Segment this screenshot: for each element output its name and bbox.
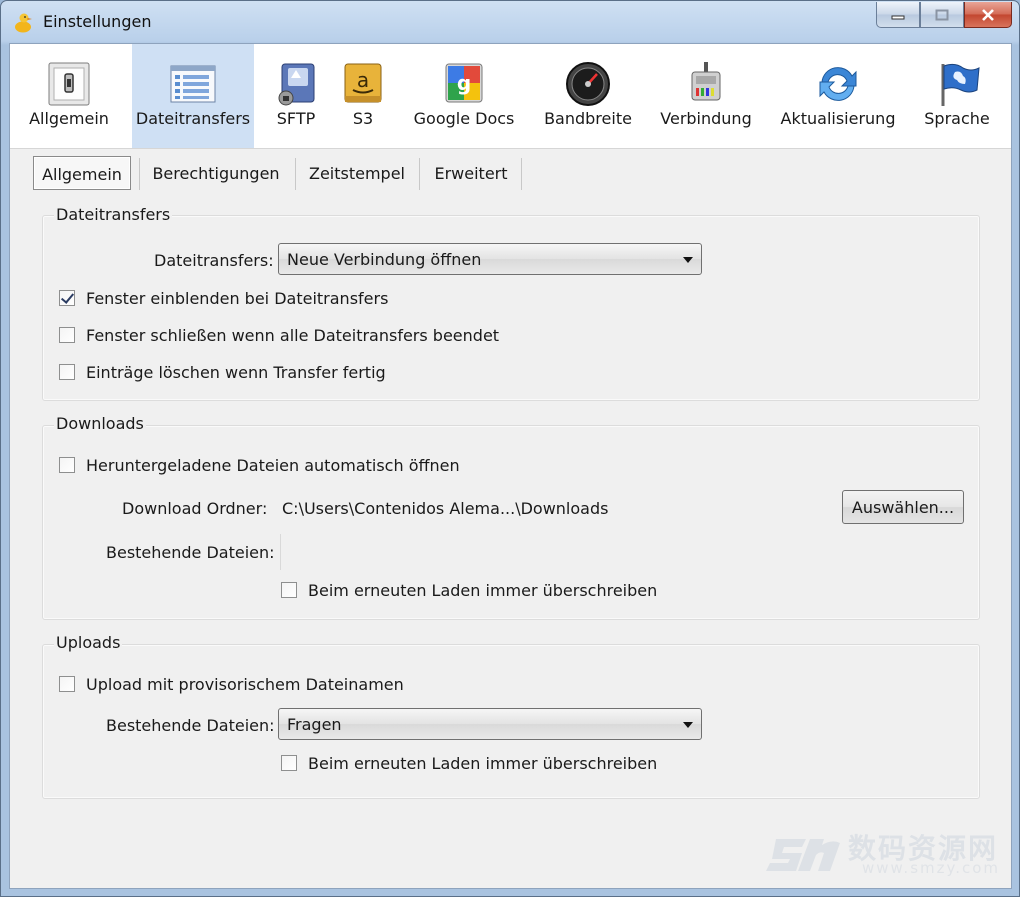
preferences-window: Einstellungen Allgemein Dateitransfers S…	[0, 0, 1020, 897]
upload-existing-value: Fragen	[287, 715, 342, 734]
remove-entries-label[interactable]: Einträge löschen wenn Transfer fertig	[86, 363, 386, 382]
download-folder-path: C:\Users\Contenidos Alema...\Downloads	[282, 499, 609, 518]
tab-zeitstempel[interactable]: Zeitstempel	[299, 156, 415, 190]
toolbar-item-sftp[interactable]: SFTP	[264, 44, 328, 148]
caption-buttons	[876, 2, 1012, 28]
transfers-group-title: Dateitransfers	[54, 205, 173, 224]
preferences-toolbar: Allgemein Dateitransfers SFTP a S3 g Goo…	[10, 44, 1011, 149]
toolbar-item-verbindung[interactable]: Verbindung	[650, 44, 762, 148]
toolbar-label: Bandbreite	[544, 109, 632, 128]
speedometer-icon	[566, 62, 610, 106]
download-existing-placeholder	[280, 534, 281, 570]
toolbar-label: S3	[352, 109, 374, 128]
dialog-client-area: Allgemein Dateitransfers SFTP a S3 g Goo…	[9, 43, 1012, 889]
toolbar-label: SFTP	[276, 109, 316, 128]
toolbar-item-bandbreite[interactable]: Bandbreite	[532, 44, 644, 148]
transfer-mode-select[interactable]: Neue Verbindung öffnen	[278, 243, 702, 275]
tab-erweitert[interactable]: Erweitert	[423, 156, 519, 190]
temp-name-label[interactable]: Upload mit provisorischem Dateinamen	[86, 675, 404, 694]
transfer-mode-label: Dateitransfers:	[154, 251, 274, 270]
watermark: 数码资源网 www.smzy.com	[766, 825, 1006, 883]
uploads-group-title: Uploads	[54, 633, 123, 652]
maximize-icon	[935, 9, 949, 20]
toolbar-item-dateitransfers[interactable]: Dateitransfers	[132, 44, 254, 148]
tab-divider	[139, 158, 140, 190]
toolbar-label: Verbindung	[660, 109, 752, 128]
show-window-label[interactable]: Fenster einblenden bei Dateitransfers	[86, 289, 388, 308]
close-window-label[interactable]: Fenster schließen wenn alle Dateitransfe…	[86, 326, 499, 345]
chevron-down-icon	[683, 257, 693, 263]
minimize-icon	[891, 15, 905, 19]
auto-open-checkbox[interactable]	[59, 457, 75, 473]
toolbar-label: Aktualisierung	[780, 109, 896, 128]
switch-icon	[48, 62, 90, 106]
toolbar-item-s3[interactable]: a S3	[332, 44, 394, 148]
downloads-group-title: Downloads	[54, 414, 146, 433]
toolbar-item-allgemein[interactable]: Allgemein	[10, 44, 128, 148]
toolbar-label: Allgemein	[29, 109, 109, 128]
svg-text:g: g	[457, 71, 471, 95]
upload-overwrite-checkbox[interactable]	[281, 755, 297, 771]
tab-divider	[295, 158, 296, 190]
refresh-icon	[819, 67, 857, 101]
transfer-mode-value: Neue Verbindung öffnen	[287, 250, 482, 269]
show-window-checkbox[interactable]	[59, 290, 75, 306]
toolbar-label: Google Docs	[413, 109, 515, 128]
amazon-s3-icon: a	[344, 63, 382, 103]
maximize-button[interactable]	[920, 2, 964, 28]
toolbar-label: Sprache	[924, 109, 990, 128]
remove-entries-checkbox[interactable]	[59, 364, 75, 380]
download-overwrite-label[interactable]: Beim erneuten Laden immer überschreiben	[308, 581, 657, 600]
chevron-down-icon	[683, 722, 693, 728]
toolbar-item-aktualisierung[interactable]: Aktualisierung	[772, 44, 904, 148]
title-bar[interactable]: Einstellungen	[1, 1, 1019, 43]
download-existing-label: Bestehende Dateien:	[106, 543, 275, 562]
toolbar-item-sprache[interactable]: Sprache	[914, 44, 1000, 148]
download-folder-label: Download Ordner:	[122, 499, 268, 518]
tab-berechtigungen[interactable]: Berechtigungen	[143, 156, 289, 190]
toolbar-label: Dateitransfers	[135, 109, 251, 128]
tab-allgemein[interactable]: Allgemein	[33, 156, 131, 190]
close-window-checkbox[interactable]	[59, 327, 75, 343]
google-docs-icon: g	[445, 63, 483, 103]
svg-text:a: a	[357, 68, 369, 92]
auto-open-label[interactable]: Heruntergeladene Dateien automatisch öff…	[86, 456, 460, 475]
flag-icon	[941, 63, 980, 106]
temp-name-checkbox[interactable]	[59, 676, 75, 692]
minimize-button[interactable]	[876, 2, 920, 28]
download-overwrite-checkbox[interactable]	[281, 582, 297, 598]
tab-divider	[521, 158, 522, 190]
close-button[interactable]	[964, 2, 1012, 28]
network-plug-icon	[691, 62, 721, 101]
watermark-logo-icon	[766, 839, 840, 871]
choose-folder-button[interactable]: Auswählen...	[842, 490, 964, 524]
toolbar-item-google-docs[interactable]: g Google Docs	[406, 44, 522, 148]
transfer-list-icon	[170, 65, 216, 103]
upload-existing-select[interactable]: Fragen	[278, 708, 702, 740]
watermark-url: www.smzy.com	[862, 859, 1001, 877]
close-icon	[982, 8, 994, 21]
window-title: Einstellungen	[43, 12, 152, 31]
upload-existing-label: Bestehende Dateien:	[106, 716, 275, 735]
sftp-drive-icon	[278, 63, 315, 106]
tab-divider	[419, 158, 420, 190]
duck-app-icon	[15, 13, 32, 33]
upload-overwrite-label[interactable]: Beim erneuten Laden immer überschreiben	[308, 754, 657, 773]
